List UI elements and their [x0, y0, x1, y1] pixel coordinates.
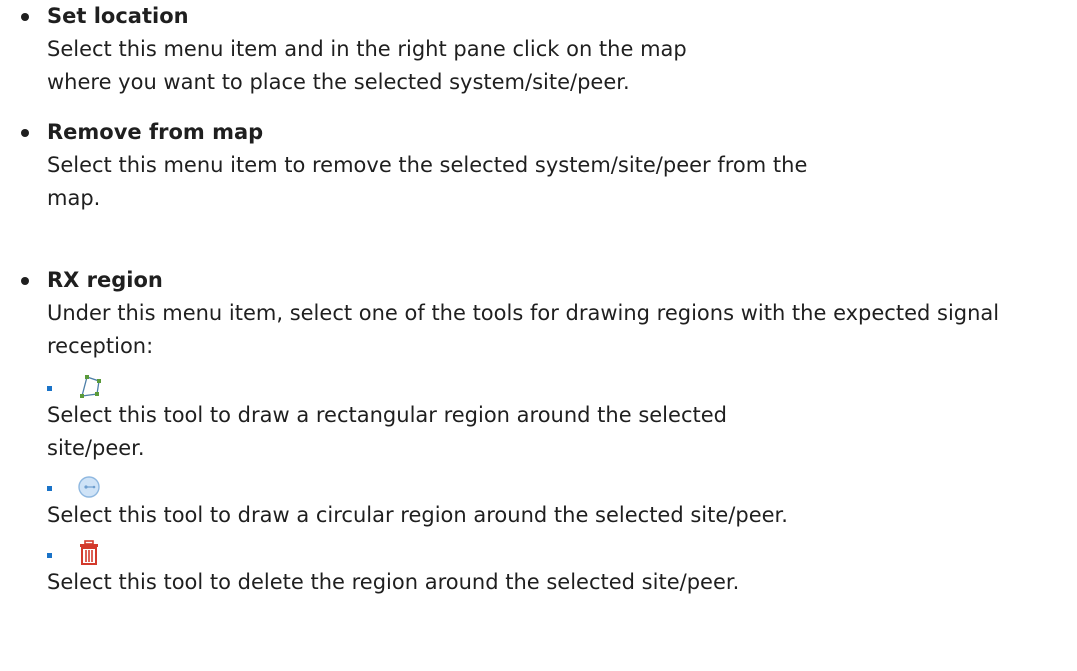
- trash-icon: [80, 540, 98, 565]
- bullet: [47, 386, 52, 391]
- bullet: [47, 553, 52, 558]
- tool-item-polygon: Select this tool to draw a rectangular r…: [47, 373, 1077, 465]
- item-description: Under this menu item, select one of the …: [47, 301, 1000, 358]
- item-title: Remove from map: [47, 120, 264, 144]
- tool-description: Select this tool to draw a circular regi…: [47, 503, 788, 527]
- item-description: Select this menu item to remove the sele…: [47, 153, 808, 210]
- draw-circle-icon: [78, 476, 100, 498]
- draw-polygon-icon: [80, 375, 101, 398]
- item-description: Select this menu item and in the right p…: [47, 37, 687, 94]
- list-item-remove-from-map: Remove from map Select this menu item to…: [0, 116, 1077, 215]
- list-item-set-location: Set location Select this menu item and i…: [0, 0, 1077, 99]
- tool-description: Select this tool to delete the region ar…: [47, 570, 740, 594]
- tools-list: Select this tool to draw a rectangular r…: [47, 373, 1077, 599]
- bullet: [21, 277, 29, 285]
- item-title: RX region: [47, 268, 163, 292]
- bullet: [21, 13, 29, 21]
- document: Set location Select this menu item and i…: [0, 0, 1077, 671]
- list-item-rx-region: RX region Under this menu item, select o…: [0, 264, 1077, 599]
- bullet: [47, 486, 52, 491]
- tool-description: Select this tool to draw a rectangular r…: [47, 403, 727, 460]
- bullet: [21, 129, 29, 137]
- tool-item-delete: Select this tool to delete the region ar…: [47, 540, 1077, 599]
- tool-item-circle: Select this tool to draw a circular regi…: [47, 473, 1077, 532]
- item-title: Set location: [47, 4, 189, 28]
